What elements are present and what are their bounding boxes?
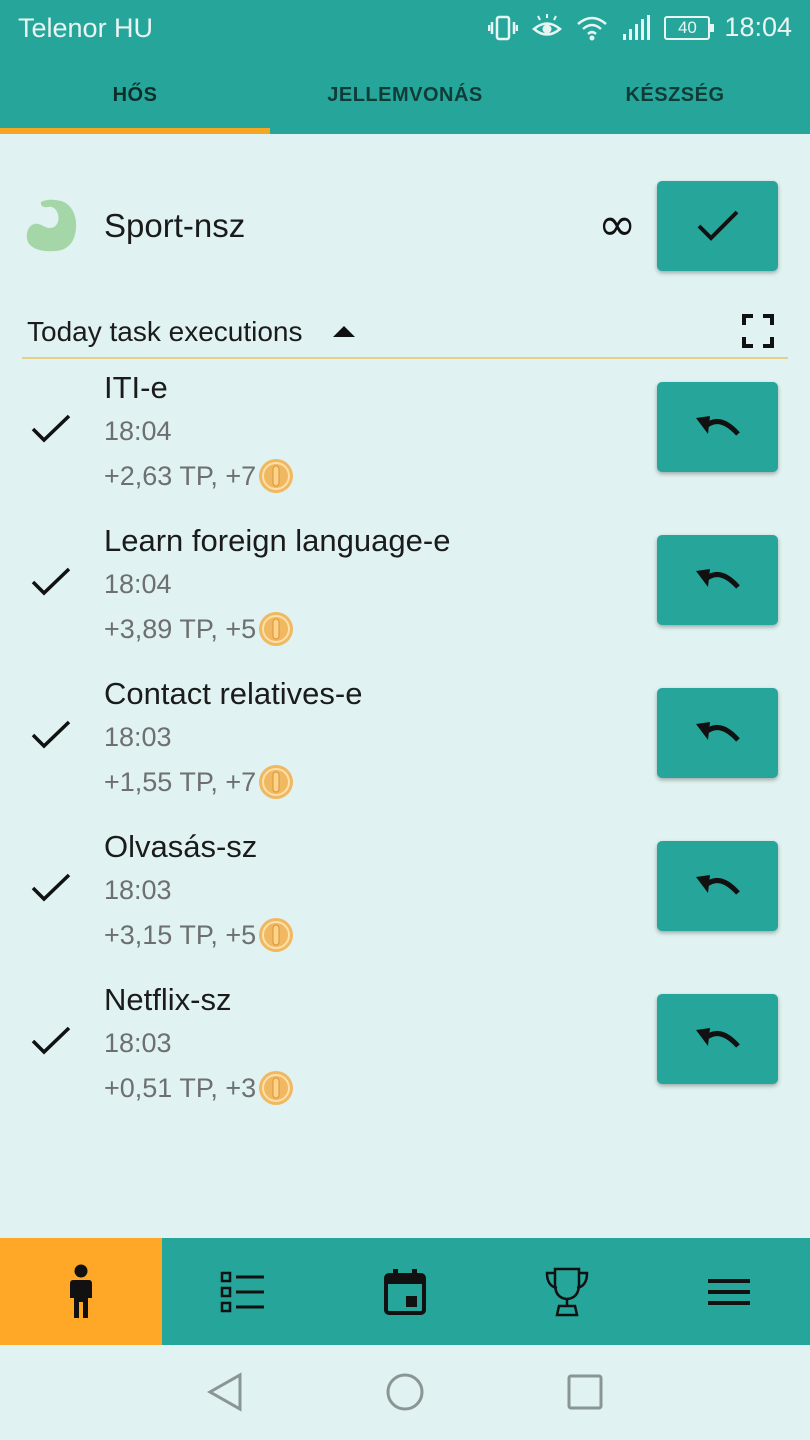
execution-time: 18:04 xyxy=(104,569,172,599)
undo-icon xyxy=(695,1028,740,1048)
undo-icon xyxy=(695,875,740,895)
signal-icon xyxy=(623,14,651,40)
main-content[interactable]: Sport-nsz ∞ Today task executions ITI-e 1… xyxy=(0,134,810,1238)
execution-task-name: Learn foreign language-e xyxy=(104,523,451,558)
done-check-icon xyxy=(31,873,71,902)
back-triangle-icon[interactable] xyxy=(206,1372,244,1412)
section-title: Today task executions xyxy=(27,316,303,347)
execution-task-name: ITI-e xyxy=(104,370,168,405)
undo-icon xyxy=(695,416,740,436)
execution-task-name: Netflix-sz xyxy=(104,982,232,1017)
status-icons: 40 18:04 xyxy=(488,12,792,43)
coin-icon xyxy=(259,918,294,952)
coin-icon xyxy=(259,1071,294,1105)
wifi-icon xyxy=(577,16,608,40)
execution-reward: +3,15 TP, +5 xyxy=(104,917,294,953)
top-tabs: HŐS JELLEMVONÁS KÉSZSÉG xyxy=(0,56,810,134)
execution-time: 18:04 xyxy=(104,416,172,446)
execution-reward: +1,55 TP, +7 xyxy=(104,764,294,800)
nav-achievements[interactable] xyxy=(486,1238,648,1345)
execution-task-name: Contact relatives-e xyxy=(104,676,363,711)
tab-hero[interactable]: HŐS xyxy=(0,56,270,134)
reward-text: +1,55 TP, +7 xyxy=(104,766,257,797)
home-circle-icon[interactable] xyxy=(385,1372,425,1412)
nav-menu[interactable] xyxy=(648,1238,810,1345)
today-executions-header[interactable]: Today task executions xyxy=(22,314,788,359)
tab-skills[interactable]: KÉSZSÉG xyxy=(540,56,810,134)
eye-comfort-icon xyxy=(532,13,563,36)
reward-text: +0,51 TP, +3 xyxy=(104,1072,257,1103)
execution-time: 18:03 xyxy=(104,1028,172,1058)
coin-icon xyxy=(259,612,294,646)
battery-icon: 40 xyxy=(664,15,715,40)
reward-text: +3,15 TP, +5 xyxy=(104,919,257,950)
system-navigation-bar xyxy=(0,1345,810,1440)
undo-execution-button[interactable] xyxy=(657,994,778,1084)
execution-task-name: Olvasás-sz xyxy=(104,829,258,864)
nav-calendar[interactable] xyxy=(324,1238,486,1345)
scrolled-habit-row xyxy=(0,134,810,146)
flexed-arm-icon xyxy=(26,199,77,252)
bottom-navigation xyxy=(0,1238,810,1345)
execution-reward: +0,51 TP, +3 xyxy=(104,1070,294,1106)
undo-icon xyxy=(695,722,740,742)
execution-row: Learn foreign language-e 18:04 +3,89 TP, +… xyxy=(0,517,810,657)
nav-hero[interactable] xyxy=(0,1238,162,1345)
execution-row: ITI-e 18:04 +2,63 TP, +7 xyxy=(0,364,810,504)
coin-icon xyxy=(259,459,294,493)
task-list-icon xyxy=(220,1271,264,1312)
infinite-repeat-symbol: ∞ xyxy=(598,197,637,251)
status-clock: 18:04 xyxy=(724,12,792,42)
execution-row: Netflix-sz 18:03 +0,51 TP, +3 xyxy=(0,976,810,1116)
vibrate-icon xyxy=(488,15,519,40)
fullscreen-icon[interactable] xyxy=(742,314,774,348)
execution-reward: +2,63 TP, +7 xyxy=(104,458,294,494)
check-icon xyxy=(697,210,738,241)
reward-text: +2,63 TP, +7 xyxy=(104,460,257,491)
carrier-name: Telenor HU xyxy=(18,13,154,43)
status-bar: Telenor HU 40 18:04 xyxy=(0,0,810,56)
undo-execution-button[interactable] xyxy=(657,382,778,472)
undo-execution-button[interactable] xyxy=(657,688,778,778)
collapse-arrow-icon[interactable] xyxy=(332,324,356,338)
complete-habit-button[interactable] xyxy=(657,181,778,271)
nav-tasks[interactable] xyxy=(162,1238,324,1345)
reward-text: +3,89 TP, +5 xyxy=(104,613,257,644)
recents-square-icon[interactable] xyxy=(566,1372,604,1412)
trophy-icon xyxy=(545,1267,589,1316)
battery-level: 40 xyxy=(677,17,697,37)
habit-row: Sport-nsz ∞ xyxy=(0,181,810,271)
undo-execution-button[interactable] xyxy=(657,841,778,931)
done-check-icon xyxy=(31,567,71,596)
done-check-icon xyxy=(31,414,71,443)
done-check-icon xyxy=(31,720,71,749)
execution-row: Olvasás-sz 18:03 +3,15 TP, +5 xyxy=(0,823,810,963)
execution-time: 18:03 xyxy=(104,875,172,905)
execution-time: 18:03 xyxy=(104,722,172,752)
execution-row: Contact relatives-e 18:03 +1,55 TP, +7 xyxy=(0,670,810,810)
hero-person-icon xyxy=(70,1264,92,1318)
undo-execution-button[interactable] xyxy=(657,535,778,625)
habit-title: Sport-nsz xyxy=(104,207,246,244)
done-check-icon xyxy=(31,1026,71,1055)
tab-traits[interactable]: JELLEMVONÁS xyxy=(270,56,540,134)
menu-icon xyxy=(708,1278,750,1305)
execution-reward: +3,89 TP, +5 xyxy=(104,611,294,647)
calendar-icon xyxy=(384,1268,426,1315)
undo-icon xyxy=(695,569,740,589)
coin-icon xyxy=(259,765,294,799)
